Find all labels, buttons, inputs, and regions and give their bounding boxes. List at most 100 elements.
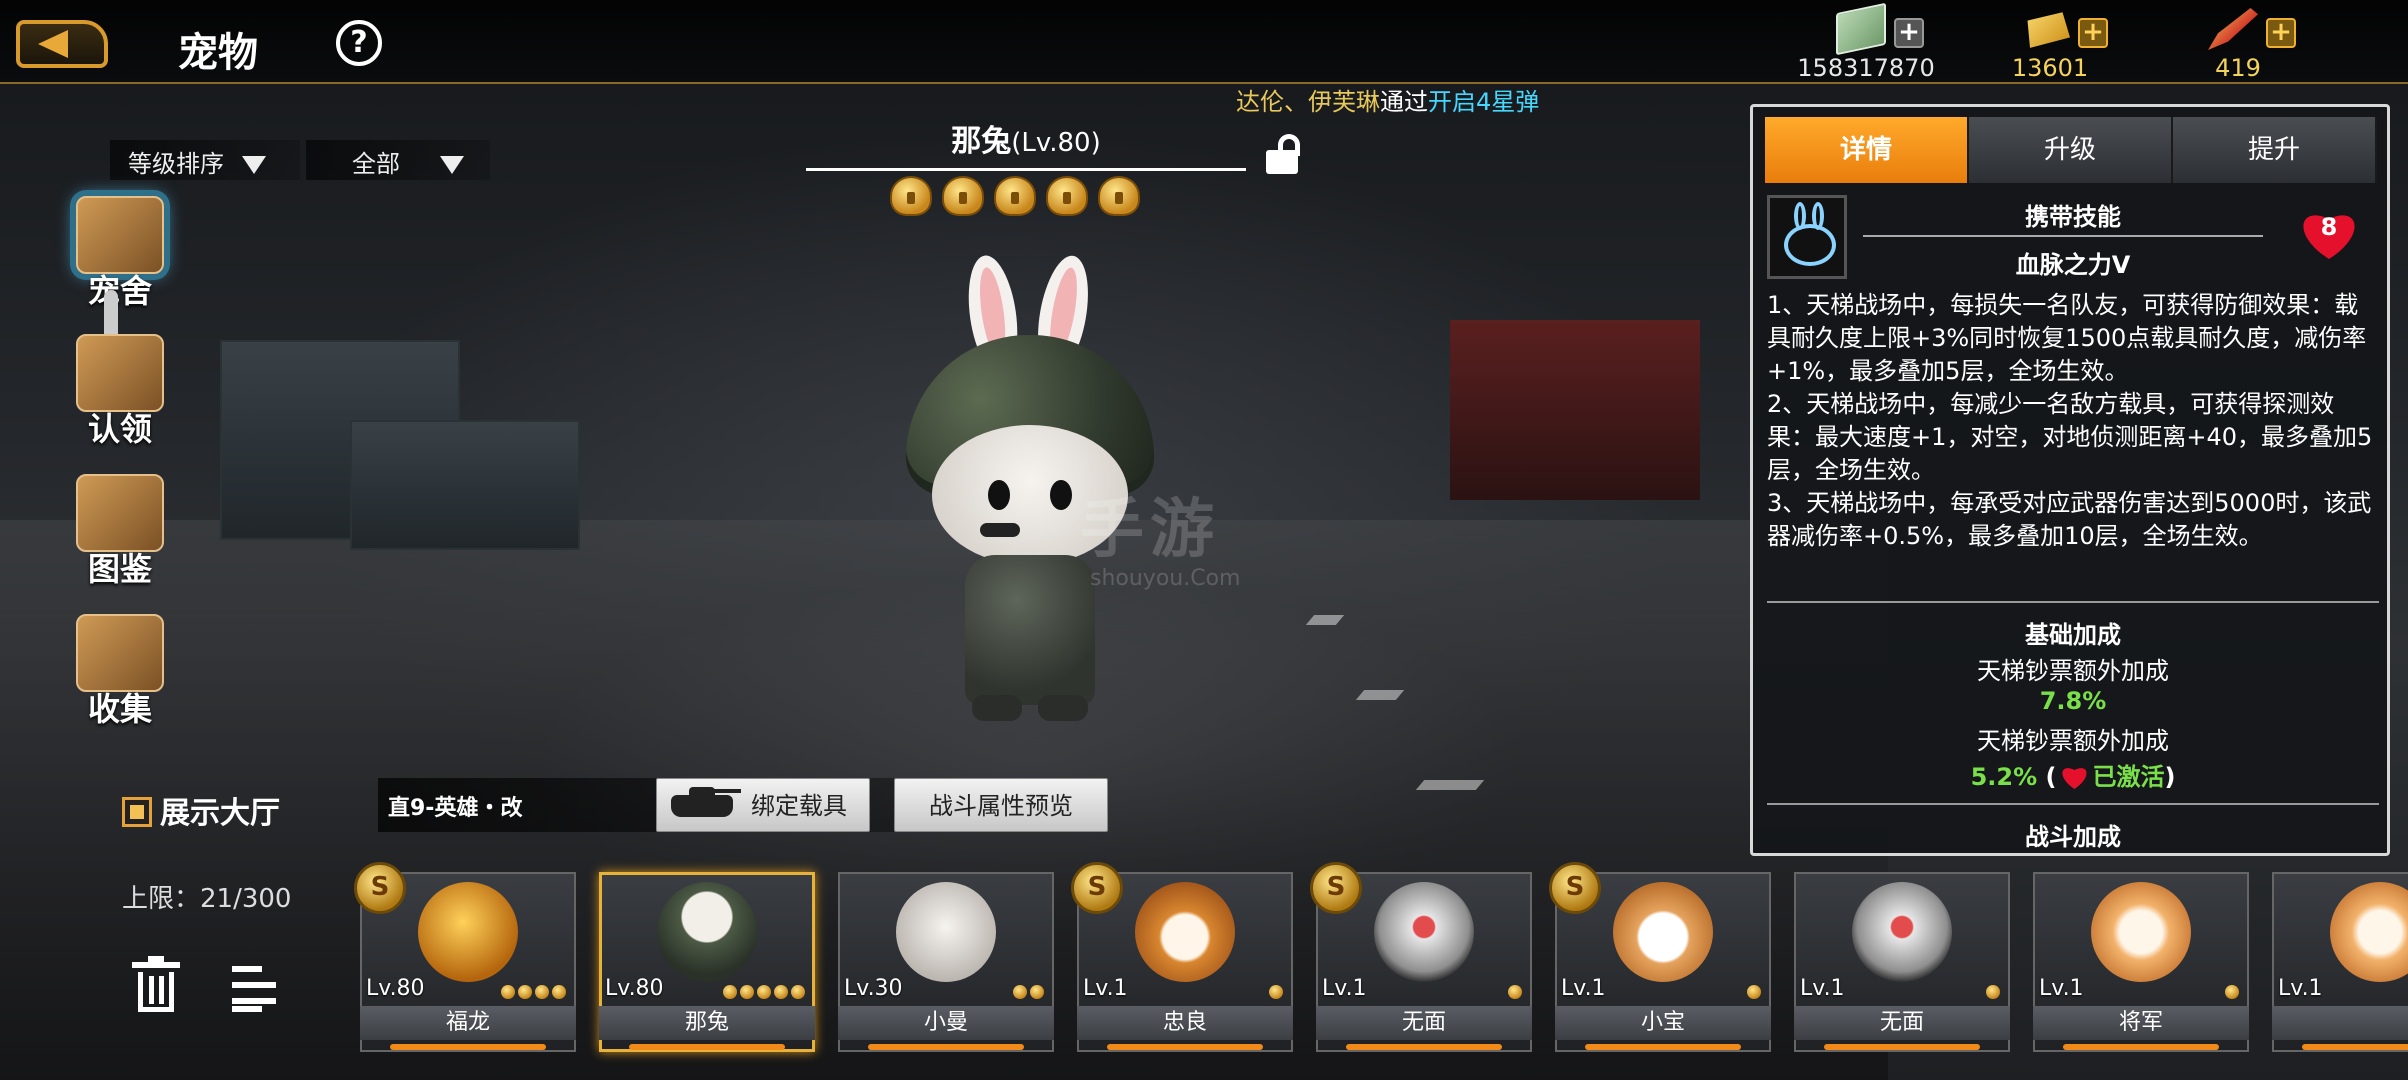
bell-star-icon	[740, 985, 754, 999]
tab-details[interactable]: 详情	[1765, 117, 1969, 183]
tank-icon	[671, 787, 741, 817]
lane-marking	[1415, 780, 1485, 790]
trash-body	[138, 972, 174, 1012]
pet-portrait	[657, 882, 757, 982]
card-level: Lv.1	[1800, 976, 1845, 1001]
bell-star-icon	[723, 985, 737, 999]
nav-adopt[interactable]: 认领	[72, 334, 168, 450]
pet-portrait	[1135, 882, 1235, 982]
card-level: Lv.80	[366, 976, 425, 1001]
nav-kennel[interactable]: 宠舍	[72, 196, 168, 312]
pet-card[interactable]: S Lv.1 无面	[1310, 862, 1532, 1052]
pet-title: 那兔(Lv.80)	[806, 116, 1246, 171]
heart-badge: 8	[2293, 199, 2365, 267]
skill-name: 血脉之力Ⅴ	[2015, 251, 2131, 279]
vehicle-bar: 直9-英雄・改 绑定载具 战斗属性预览	[378, 778, 1108, 832]
bell-star-icon	[1747, 985, 1761, 999]
watermark: 手游	[1080, 493, 1220, 567]
lock-body	[1266, 150, 1298, 174]
checkbox-icon[interactable]	[122, 797, 152, 827]
nav-handbook-label: 图鉴	[87, 550, 152, 588]
marquee-event: 开启4星弹	[1428, 88, 1540, 116]
bell-star-icon	[994, 176, 1036, 216]
card-level: Lv.30	[844, 976, 903, 1001]
pet-portrait	[2091, 882, 2191, 982]
trash-icon[interactable]	[132, 956, 180, 1012]
dropdown-triangle-icon	[440, 156, 464, 174]
section-divider	[1767, 803, 2379, 805]
card-name: 无面	[1794, 1006, 2010, 1040]
stat-label: 天梯钞票额外加成	[1977, 727, 2169, 755]
currency-rocket: + 419	[2158, 6, 2318, 82]
sort-line	[232, 982, 276, 988]
bell-star-icon	[1508, 985, 1522, 999]
sort-line	[232, 1006, 262, 1012]
add-cash-button[interactable]: +	[1894, 18, 1924, 48]
card-bells	[498, 984, 566, 1003]
sort-line	[232, 966, 262, 972]
bell-star-icon	[774, 985, 788, 999]
sort-filter-dropdown[interactable]: 等级排序	[110, 140, 300, 180]
top-bar: 宠物 ? + 158317870 + 13601 + 419	[0, 0, 2408, 84]
handbook-icon	[76, 474, 164, 552]
add-rocket-button[interactable]: +	[2266, 18, 2296, 48]
pet-portrait	[896, 882, 996, 982]
card-level: Lv.1	[2278, 976, 2323, 1001]
pet-card[interactable]: Lv.30 小曼	[838, 872, 1054, 1052]
card-name: 福龙	[360, 1006, 576, 1040]
pet-card[interactable]: Lv.80 那兔	[599, 872, 815, 1052]
question-circle-icon[interactable]: ?	[336, 20, 382, 66]
tab-upgrade[interactable]: 升级	[1969, 117, 2173, 183]
skill-desc-line: 3、天梯战场中，每承受对应武器伤害达到5000时，该武器减伤率+0.5%，最多叠…	[1767, 489, 2372, 550]
card-name: 那兔	[599, 1006, 815, 1040]
heart-icon	[2060, 763, 2088, 789]
bell-star-icon	[535, 985, 549, 999]
bell-star-icon	[890, 176, 932, 216]
coin-s-badge-icon: S	[354, 862, 406, 914]
category-filter-dropdown[interactable]: 全部	[306, 140, 490, 180]
pet-card[interactable]: Lv.1 将军	[2033, 872, 2249, 1052]
collection-box-icon	[76, 614, 164, 692]
card-name: 无面	[1316, 1006, 1532, 1040]
broadcast-marquee: 达伦、伊芙琳通过开启4星弹	[1236, 82, 1539, 117]
add-gold-button[interactable]: +	[2078, 18, 2108, 48]
coin-s-badge-icon: S	[1071, 862, 1123, 914]
pet-card[interactable]: S Lv.80 福龙	[354, 862, 576, 1052]
card-progress-bar	[1585, 1044, 1741, 1050]
nav-collection[interactable]: 收集	[72, 614, 168, 730]
nav-collection-label: 收集	[87, 690, 152, 728]
nav-adopt-label: 认领	[87, 410, 152, 448]
rabbit-skill-icon	[1767, 195, 1847, 279]
pet-card[interactable]: Lv.1 无面	[1794, 872, 2010, 1052]
tab-enhance[interactable]: 提升	[2173, 117, 2377, 183]
pet-card[interactable]: Lv.1	[2272, 872, 2408, 1052]
battle-bonus-title: 战斗加成	[2025, 823, 2121, 851]
pet-card[interactable]: S Lv.1 忠良	[1071, 862, 1293, 1052]
show-hall-toggle[interactable]: 展示大厅	[122, 788, 280, 832]
card-progress-bar	[1346, 1044, 1502, 1050]
back-button[interactable]	[16, 20, 108, 68]
pet-card-list[interactable]: S Lv.80 福龙 Lv.80 那兔 Lv.30 小曼 S Lv.1 忠良 S Lv.1 无面 S Lv.…	[354, 862, 2408, 1068]
card-name	[2272, 1006, 2408, 1040]
card-bells	[2222, 984, 2239, 1003]
bell-star-icon	[791, 985, 805, 999]
bell-star-icon	[757, 985, 771, 999]
battle-stats-preview-button[interactable]: 战斗属性预览	[894, 778, 1108, 832]
card-name: 忠良	[1077, 1006, 1293, 1040]
bell-star-icon	[1098, 176, 1140, 216]
bind-vehicle-button[interactable]: 绑定载具	[656, 778, 870, 832]
unlock-icon[interactable]	[1266, 134, 1302, 174]
card-progress-bar	[629, 1044, 785, 1050]
show-hall-label: 展示大厅	[160, 796, 280, 831]
card-bells	[1010, 984, 1044, 1003]
card-name: 小宝	[1555, 1006, 1771, 1040]
rabbit-eye	[1050, 480, 1072, 510]
card-progress-bar	[2063, 1044, 2219, 1050]
card-bells	[720, 984, 805, 1003]
bell-star-icon	[552, 985, 566, 999]
pet-star-bells	[890, 176, 1150, 220]
background-crate	[350, 420, 580, 550]
sort-list-icon[interactable]	[232, 962, 280, 1012]
nav-handbook[interactable]: 图鉴	[72, 474, 168, 590]
pet-card[interactable]: S Lv.1 小宝	[1549, 862, 1771, 1052]
